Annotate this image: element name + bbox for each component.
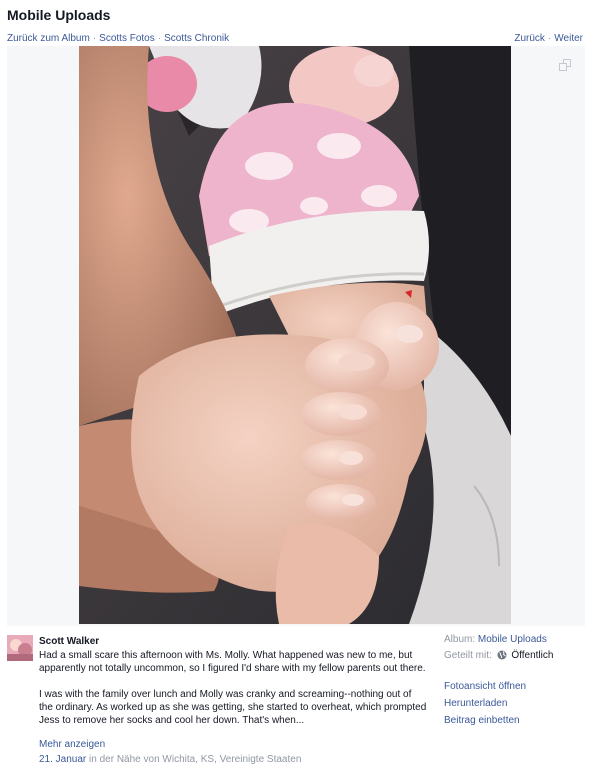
embed-post-link[interactable]: Beitrag einbetten bbox=[444, 712, 584, 729]
open-photo-viewer-link[interactable]: Fotoansicht öffnen bbox=[444, 678, 584, 695]
expand-icon[interactable] bbox=[559, 58, 571, 71]
post-date-link[interactable]: 21. Januar bbox=[39, 754, 86, 765]
back-to-album-link[interactable]: Zurück zum Album bbox=[7, 33, 90, 44]
breadcrumb: Zurück zum Album · Scotts Fotos · Scotts Chr… bbox=[7, 33, 229, 44]
post-caption: Had a small scare this afternoon with Ms… bbox=[39, 649, 427, 727]
shared-with-label: Geteilt mit: bbox=[444, 650, 492, 661]
separator: · bbox=[547, 33, 552, 44]
photo-pager: Zurück · Weiter bbox=[514, 33, 583, 44]
album-label: Album: bbox=[444, 634, 476, 645]
audience-value: Öffentlich bbox=[511, 650, 554, 661]
photo-stage bbox=[7, 46, 585, 626]
audience-row: Geteilt mit: Öffentlich bbox=[444, 648, 584, 664]
post-location: in der Nähe von Wichita, KS, Vereinigte … bbox=[89, 754, 302, 765]
scotts-photos-link[interactable]: Scotts Fotos bbox=[99, 33, 155, 44]
album-link[interactable]: Mobile Uploads bbox=[478, 634, 547, 645]
photo-header: Mobile Uploads Zurück zum Album · Scotts F… bbox=[7, 5, 583, 45]
photo-sidebar: Album: Mobile Uploads Geteilt mit: Öffen… bbox=[444, 632, 584, 729]
separator: · bbox=[157, 33, 162, 44]
see-more-link[interactable]: Mehr anzeigen bbox=[39, 739, 105, 750]
caption-paragraph: I was with the family over lunch and Mol… bbox=[39, 689, 427, 726]
baby-foot-photo[interactable] bbox=[79, 46, 511, 624]
scotts-timeline-link[interactable]: Scotts Chronik bbox=[164, 33, 229, 44]
caption-paragraph: Had a small scare this afternoon with Ms… bbox=[39, 650, 426, 674]
download-link[interactable]: Herunterladen bbox=[444, 695, 584, 712]
previous-photo-link[interactable]: Zurück bbox=[514, 33, 545, 44]
next-photo-link[interactable]: Weiter bbox=[554, 33, 583, 44]
album-row: Album: Mobile Uploads bbox=[444, 632, 584, 648]
globe-icon[interactable] bbox=[497, 650, 507, 660]
author-name[interactable]: Scott Walker bbox=[39, 636, 99, 647]
album-title: Mobile Uploads bbox=[7, 7, 111, 23]
separator: · bbox=[92, 33, 97, 44]
post-meta: 21. Januar in der Nähe von Wichita, KS, … bbox=[39, 754, 301, 765]
photo-info: Scott Walker Had a small scare this afte… bbox=[7, 632, 583, 770]
avatar[interactable] bbox=[7, 635, 33, 661]
